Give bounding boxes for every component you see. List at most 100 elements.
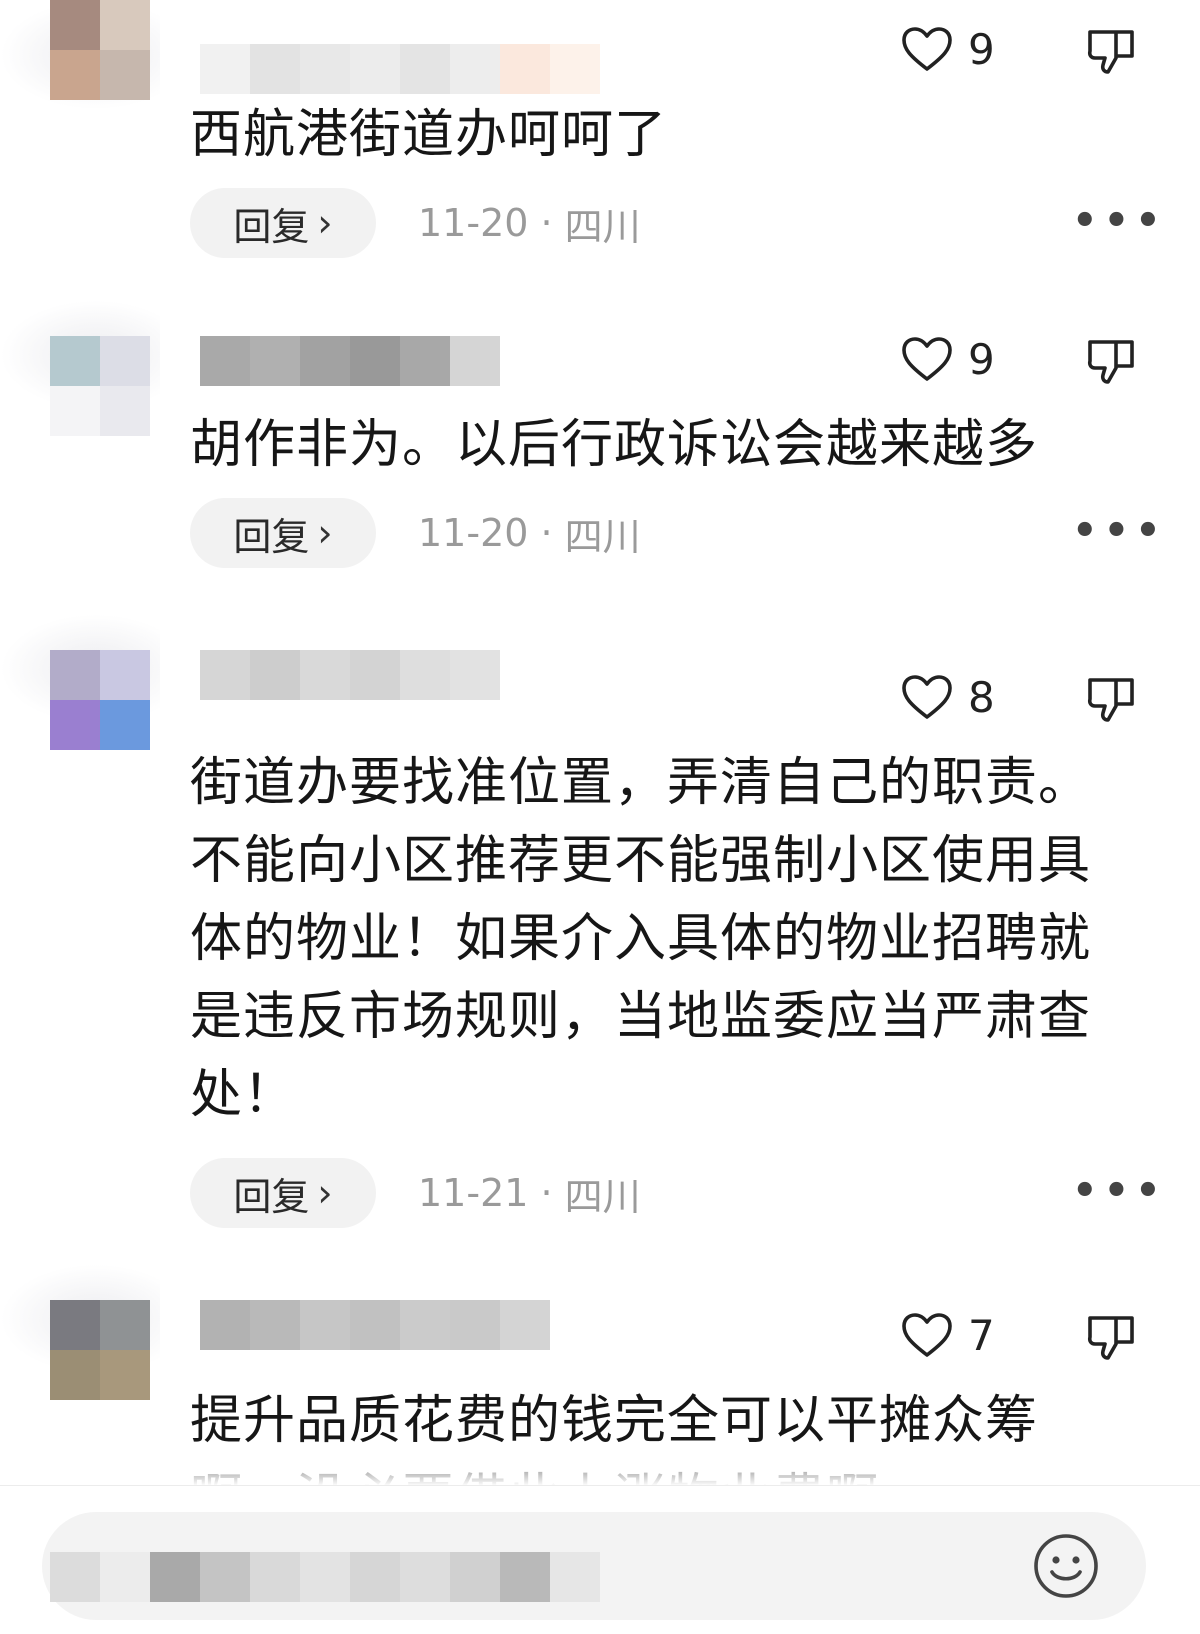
- username-pixel: [300, 44, 350, 94]
- avatar-pixel: [100, 0, 150, 50]
- username-pixel: [500, 44, 550, 94]
- avatar-pixel: [50, 0, 100, 50]
- like-button[interactable]: 7: [900, 1310, 995, 1360]
- username[interactable]: [200, 336, 500, 386]
- avatar[interactable]: [50, 336, 150, 436]
- username-pixel: [200, 650, 250, 700]
- username-pixel: [500, 1300, 550, 1350]
- comment-meta: 11-20 · 四川: [418, 498, 641, 568]
- input-mosaic-pixel: [450, 1552, 500, 1602]
- input-mosaic-pixel: [550, 1552, 600, 1602]
- avatar-pixel: [50, 50, 100, 100]
- reply-button[interactable]: 回复 ›: [190, 188, 376, 258]
- like-button[interactable]: 8: [900, 672, 995, 722]
- like-count: 7: [968, 1310, 995, 1360]
- comment-location: 四川: [564, 204, 641, 249]
- reply-label: 回复: [233, 514, 310, 559]
- input-mosaic-pixel: [200, 1552, 250, 1602]
- input-mosaic-pixel: [150, 1552, 200, 1602]
- scroll-fade: [0, 1440, 1200, 1486]
- username-pixel: [450, 44, 500, 94]
- reply-label: 回复: [233, 1174, 310, 1219]
- avatar-pixel: [50, 1300, 100, 1350]
- input-mosaic-pixel: [500, 1552, 550, 1602]
- username-pixel: [400, 650, 450, 700]
- thumbs-down-icon[interactable]: [1086, 24, 1138, 76]
- username-pixel: [200, 1300, 250, 1350]
- comment-feed: 9 西航港街道办呵呵了 回复 › 11-20 · 四川 ••• 9 胡作非为。以后…: [0, 0, 1200, 1634]
- thumbs-down-icon[interactable]: [1086, 1310, 1138, 1362]
- username[interactable]: [200, 44, 600, 94]
- username-pixel: [200, 336, 250, 386]
- username-pixel: [350, 44, 400, 94]
- avatar-pixel: [50, 700, 100, 750]
- username-pixel: [350, 336, 400, 386]
- heart-icon: [902, 675, 952, 719]
- username-pixel: [300, 650, 350, 700]
- avatar[interactable]: [50, 1300, 150, 1400]
- avatar[interactable]: [50, 0, 150, 100]
- heart-icon: [902, 27, 952, 71]
- input-mosaic-pixel: [300, 1552, 350, 1602]
- like-count: 9: [968, 334, 995, 384]
- avatar-pixel: [100, 386, 150, 436]
- more-options-icon[interactable]: •••: [1072, 1156, 1167, 1226]
- username-pixel: [250, 336, 300, 386]
- username-pixel: [450, 1300, 500, 1350]
- more-options-icon[interactable]: •••: [1072, 496, 1167, 566]
- comment-date: 11-21: [418, 1171, 529, 1215]
- username-pixel: [250, 650, 300, 700]
- thumbs-down-icon[interactable]: [1086, 334, 1138, 386]
- input-mosaic-pixel: [50, 1552, 100, 1602]
- reply-button[interactable]: 回复 ›: [190, 498, 376, 568]
- username-pixel: [400, 336, 450, 386]
- heart-icon: [902, 337, 952, 381]
- avatar[interactable]: [50, 650, 150, 750]
- avatar-pixel: [100, 336, 150, 386]
- avatar-pixel: [50, 336, 100, 386]
- username-pixel: [250, 1300, 300, 1350]
- username-pixel: [300, 336, 350, 386]
- comment-text: 西航港街道办呵呵了: [190, 105, 668, 165]
- avatar-pixel: [100, 1350, 150, 1400]
- comment-meta: 11-20 · 四川: [418, 188, 641, 258]
- chevron-right-icon: ›: [317, 201, 333, 245]
- more-options-icon[interactable]: •••: [1072, 186, 1167, 256]
- comment-date: 11-20: [418, 511, 529, 555]
- input-mosaic-pixel: [250, 1552, 300, 1602]
- reply-label: 回复: [233, 204, 310, 249]
- smiley-face-icon[interactable]: [1030, 1530, 1102, 1602]
- chevron-right-icon: ›: [317, 1171, 333, 1215]
- input-placeholder-mosaic: [50, 1552, 600, 1602]
- avatar-pixel: [100, 50, 150, 100]
- username[interactable]: [200, 650, 500, 700]
- comment-date: 11-20: [418, 201, 529, 245]
- avatar-pixel: [50, 386, 100, 436]
- reply-button[interactable]: 回复 ›: [190, 1158, 376, 1228]
- username-pixel: [400, 1300, 450, 1350]
- comment-text: 街道办要找准位置，弄清自己的职责。不能向小区推荐更不能强制小区使用具体的物业！如…: [190, 753, 1092, 1125]
- like-count: 8: [968, 672, 995, 722]
- username-pixel: [350, 1300, 400, 1350]
- avatar-pixel: [50, 650, 100, 700]
- like-button[interactable]: 9: [900, 24, 995, 74]
- username-pixel: [450, 336, 500, 386]
- username-pixel: [550, 44, 600, 94]
- comment-text: 胡作非为。以后行政诉讼会越来越多: [190, 415, 1039, 475]
- input-mosaic-pixel: [100, 1552, 150, 1602]
- comment-location: 四川: [564, 514, 641, 559]
- like-button[interactable]: 9: [900, 334, 995, 384]
- username-pixel: [400, 44, 450, 94]
- chevron-right-icon: ›: [317, 511, 333, 555]
- avatar-pixel: [100, 650, 150, 700]
- username-pixel: [350, 650, 400, 700]
- comment-input-bar: [0, 1485, 1200, 1634]
- username[interactable]: [200, 1300, 550, 1350]
- avatar-pixel: [100, 1300, 150, 1350]
- thumbs-down-icon[interactable]: [1086, 672, 1138, 724]
- username-pixel: [250, 44, 300, 94]
- heart-icon: [902, 1313, 952, 1357]
- avatar-pixel: [50, 1350, 100, 1400]
- username-pixel: [200, 44, 250, 94]
- comment-meta: 11-21 · 四川: [418, 1158, 641, 1228]
